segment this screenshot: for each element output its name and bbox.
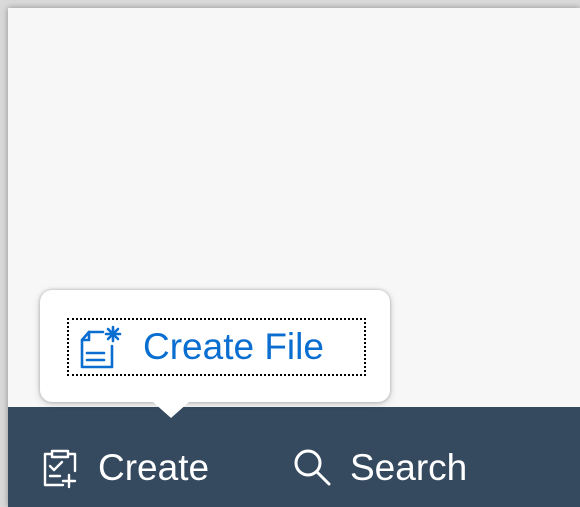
menu-item-label: Create File bbox=[143, 326, 324, 367]
create-button[interactable]: Create bbox=[38, 445, 209, 489]
search-button-label: Search bbox=[350, 446, 468, 488]
search-button[interactable]: Search bbox=[290, 445, 467, 489]
create-file-icon bbox=[79, 324, 123, 370]
create-popover: Create File bbox=[40, 290, 390, 418]
search-icon bbox=[290, 445, 334, 489]
menu-item-create-file[interactable]: Create File bbox=[67, 318, 366, 376]
footer-toolbar: Create Search bbox=[8, 407, 580, 507]
popover-arrow bbox=[153, 402, 189, 418]
app-window: Create Search Create File bbox=[8, 8, 580, 507]
create-clipboard-icon bbox=[38, 445, 82, 489]
create-button-label: Create bbox=[98, 446, 210, 488]
